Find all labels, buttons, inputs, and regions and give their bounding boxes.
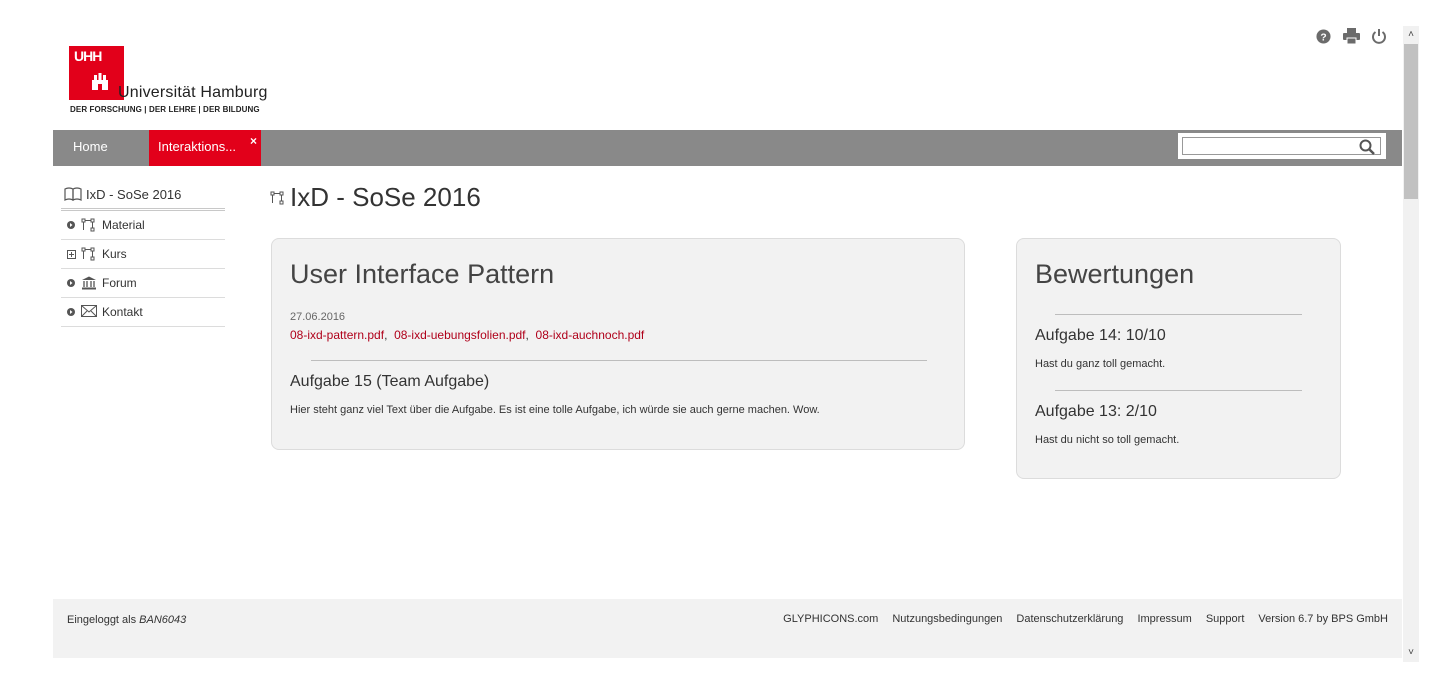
sidebar-item-forum[interactable]: Forum <box>61 269 225 298</box>
divider <box>1055 314 1302 315</box>
main-navigation: Home Interaktions... × <box>53 130 1402 166</box>
scroll-up-icon[interactable]: ˄ <box>1403 28 1419 42</box>
card-heading: User Interface Pattern <box>290 259 555 289</box>
tab-home[interactable]: Home <box>53 130 149 166</box>
task-text: Hier steht ganz viel Text über die Aufga… <box>290 404 820 416</box>
file-link[interactable]: 08-ixd-uebungsfolien.pdf <box>394 328 525 342</box>
node-icon <box>81 218 97 232</box>
footer-link-datenschutz[interactable]: Datenschutzerklärung <box>1016 613 1123 625</box>
envelope-icon <box>81 305 97 319</box>
rating-text: Hast du nicht so toll gemacht. <box>1035 434 1180 446</box>
tab-interaktions-label: Interaktions... <box>158 139 237 154</box>
logo-mark: UHH <box>69 46 124 100</box>
page: ? UHH Universität Hamburg DER FORSCHUNG … <box>0 0 1403 677</box>
node-icon <box>81 247 97 261</box>
logo-mark-text: UHH <box>74 48 102 64</box>
footer-links: GLYPHICONS.com Nutzungsbedingungen Daten… <box>783 613 1388 625</box>
sidebar-item-kontakt[interactable]: Kontakt <box>61 298 225 327</box>
ratings-card: Bewertungen Aufgabe 14: 10/10 Hast du ga… <box>1016 238 1341 479</box>
rating-title: Aufgabe 14: 10/10 <box>1035 327 1166 344</box>
card-date: 27.06.2016 <box>290 311 346 323</box>
rating-title: Aufgabe 13: 2/10 <box>1035 403 1157 420</box>
sidebar-course-title[interactable]: IxD - SoSe 2016 <box>61 180 225 211</box>
content-card: User Interface Pattern 27.06.2016 08-ixd… <box>271 238 965 450</box>
ratings-heading: Bewertungen <box>1035 259 1195 289</box>
sidebar-item-label: Forum <box>102 276 137 290</box>
sidebar-item-material[interactable]: Material <box>61 211 225 240</box>
file-link[interactable]: 08-ixd-auchnoch.pdf <box>536 328 645 342</box>
page-title-text: IxD - SoSe 2016 <box>290 182 481 212</box>
search-input[interactable] <box>1182 137 1381 155</box>
divider <box>311 360 927 361</box>
scroll-down-icon[interactable]: ˅ <box>1403 646 1419 660</box>
expand-circle-icon[interactable] <box>67 308 77 316</box>
sidebar-item-label: Kontakt <box>102 305 143 319</box>
header-toolbar: ? <box>1314 27 1388 45</box>
logo-name: Universität Hamburg <box>118 84 268 101</box>
book-icon <box>64 187 82 201</box>
node-icon <box>270 191 284 204</box>
footer-link-nutzungsbedingungen[interactable]: Nutzungsbedingungen <box>892 613 1002 625</box>
footer-link-support[interactable]: Support <box>1206 613 1245 625</box>
close-tab-icon[interactable]: × <box>250 124 257 158</box>
task-title: Aufgabe 15 (Team Aufgabe) <box>290 373 490 390</box>
footer-link-impressum[interactable]: Impressum <box>1137 613 1191 625</box>
sidebar: IxD - SoSe 2016 Material Kurs Forum Kont… <box>61 180 225 327</box>
sidebar-item-label: Kurs <box>102 247 127 261</box>
expand-plus-icon[interactable] <box>67 249 77 259</box>
scrollbar-thumb[interactable] <box>1404 44 1418 199</box>
help-icon[interactable]: ? <box>1314 27 1332 45</box>
login-status: Eingeloggt als BAN6043 <box>67 614 186 626</box>
sidebar-item-label: Material <box>102 218 145 232</box>
footer: Eingeloggt als BAN6043 GLYPHICONS.com Nu… <box>53 599 1402 658</box>
logo-subline: DER FORSCHUNG | DER LEHRE | DER BILDUNG <box>70 105 260 114</box>
file-link[interactable]: 08-ixd-pattern.pdf <box>290 328 384 342</box>
expand-circle-icon[interactable] <box>67 221 77 229</box>
sidebar-title-label: IxD - SoSe 2016 <box>86 186 182 202</box>
login-user: BAN6043 <box>139 614 187 626</box>
footer-link-glyphicons[interactable]: GLYPHICONS.com <box>783 613 878 625</box>
rating-text: Hast du ganz toll gemacht. <box>1035 358 1166 370</box>
castle-icon <box>92 73 108 90</box>
university-logo[interactable]: UHH Universität Hamburg DER FORSCHUNG | … <box>69 46 289 118</box>
search-icon[interactable] <box>1359 139 1375 155</box>
power-icon[interactable] <box>1370 27 1388 45</box>
divider <box>1055 390 1302 391</box>
print-icon[interactable] <box>1342 27 1360 45</box>
footer-link-version[interactable]: Version 6.7 by BPS GmbH <box>1258 613 1388 625</box>
page-title: IxD - SoSe 2016 <box>270 182 481 213</box>
vertical-scrollbar[interactable]: ˄ ˅ <box>1403 26 1419 662</box>
search-box <box>1178 133 1386 159</box>
login-prefix: Eingeloggt als <box>67 614 137 626</box>
svg-text:?: ? <box>1320 32 1326 43</box>
tab-interaktions[interactable]: Interaktions... × <box>149 130 261 166</box>
expand-circle-icon[interactable] <box>67 279 77 287</box>
sidebar-item-kurs[interactable]: Kurs <box>61 240 225 269</box>
file-links: 08-ixd-pattern.pdf, 08-ixd-uebungsfolien… <box>290 328 645 342</box>
institution-icon <box>81 276 97 290</box>
